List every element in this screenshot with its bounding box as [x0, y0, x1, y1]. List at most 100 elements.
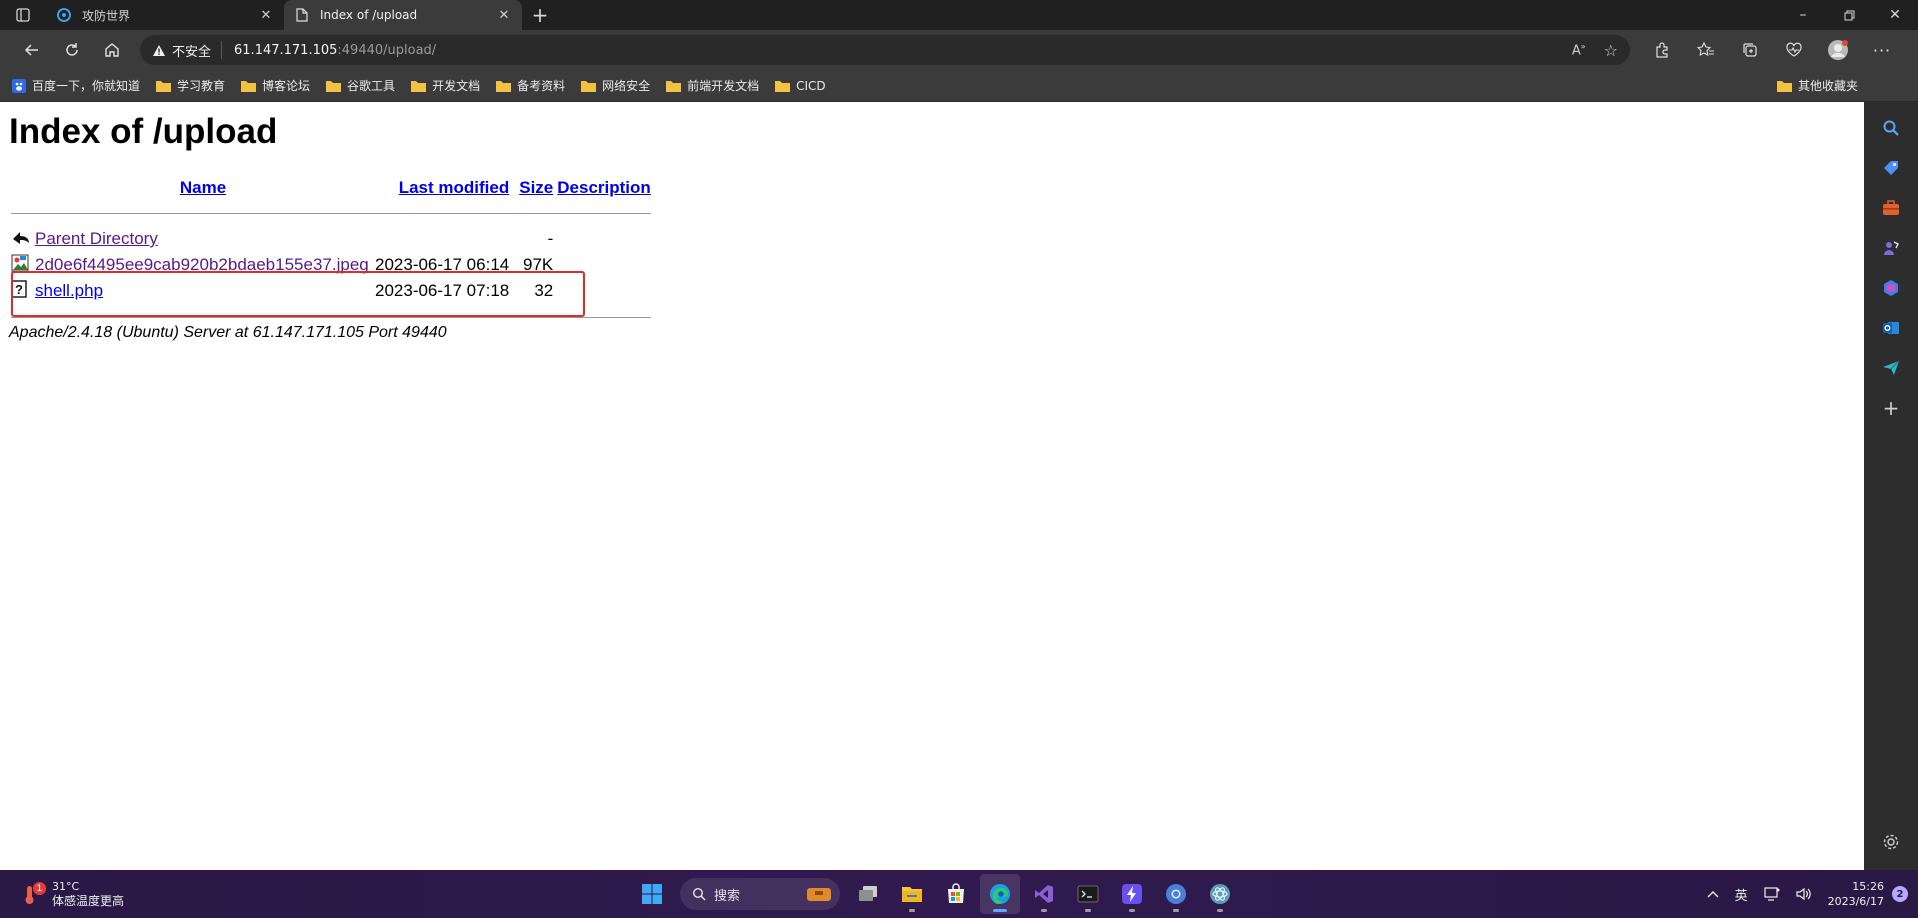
- file-explorer-app[interactable]: [892, 874, 932, 914]
- react-devtools-app[interactable]: [1200, 874, 1240, 914]
- restore-button[interactable]: [1826, 0, 1872, 30]
- running-indicator: [1173, 909, 1179, 912]
- microsoft-365-icon[interactable]: [1873, 270, 1909, 306]
- microsoft-store-app[interactable]: [936, 874, 976, 914]
- running-indicator: [1217, 909, 1223, 912]
- folder-icon: [411, 80, 427, 92]
- sort-by-description-link[interactable]: Description: [557, 178, 651, 197]
- weather-description: 体感温度更高: [52, 894, 125, 908]
- lightning-app[interactable]: [1112, 874, 1152, 914]
- bookmark-label: 谷歌工具: [347, 79, 396, 93]
- task-view-button[interactable]: [848, 874, 888, 914]
- favorites-icon[interactable]: [1684, 34, 1728, 66]
- close-window-button[interactable]: ✕: [1872, 0, 1918, 30]
- add-sidebar-app-icon[interactable]: +: [1873, 390, 1909, 426]
- search-icon[interactable]: [1873, 110, 1909, 146]
- games-icon[interactable]: [1873, 230, 1909, 266]
- chrome-app[interactable]: [1156, 874, 1196, 914]
- system-clock[interactable]: 15:26 2023/6/17: [1828, 879, 1884, 909]
- sort-by-modified-link[interactable]: Last modified: [399, 178, 510, 197]
- bookmark-folder[interactable]: 备考资料: [496, 77, 565, 94]
- back-arrow-icon: [24, 44, 38, 56]
- bookmark-folder[interactable]: 开发文档: [411, 77, 480, 94]
- bookmark-folder[interactable]: 网络安全: [581, 77, 650, 94]
- start-button[interactable]: [632, 874, 672, 914]
- extensions-icon[interactable]: [1640, 34, 1684, 66]
- other-bookmarks-folder[interactable]: 其他收藏夹: [1776, 77, 1858, 94]
- atom-icon: [1210, 884, 1230, 904]
- header-size: Size: [511, 176, 555, 200]
- sort-by-size-link[interactable]: Size: [519, 178, 553, 197]
- folder-icon: [241, 80, 257, 92]
- bookmark-label: 其他收藏夹: [1797, 79, 1858, 93]
- show-hidden-icons-chevron-icon[interactable]: [1707, 890, 1719, 898]
- security-indicator[interactable]: 不安全: [152, 41, 223, 60]
- terminal-icon: [1077, 885, 1099, 903]
- input-method-indicator[interactable]: 英: [1735, 885, 1748, 904]
- url-path: :49440/upload/: [337, 42, 437, 58]
- tab-title: 攻防世界: [82, 8, 131, 23]
- folder-icon: [666, 80, 682, 92]
- volume-icon[interactable]: [1795, 887, 1812, 901]
- bookmark-label: 百度一下，你就知道: [32, 79, 141, 93]
- more-options-icon[interactable]: ···: [1860, 34, 1904, 66]
- running-indicator: [1085, 909, 1091, 912]
- back-icon: [13, 231, 29, 244]
- running-indicator: [909, 909, 915, 912]
- read-aloud-icon[interactable]: A»: [1572, 42, 1586, 58]
- bookmark-label: 博客论坛: [262, 79, 311, 93]
- tab-actions-button[interactable]: [0, 0, 46, 30]
- new-tab-button[interactable]: +: [522, 0, 558, 30]
- annotation-highlight-box: [11, 271, 585, 317]
- baidu-icon: [12, 78, 26, 93]
- display-network-icon[interactable]: [1763, 887, 1780, 901]
- task-view-icon: [859, 886, 877, 901]
- address-bar[interactable]: 不安全 61.147.171.105:49440/upload/ A» ☆: [140, 35, 1630, 65]
- thermometer-icon: 1: [22, 882, 46, 906]
- url-host: 61.147.171.105: [234, 42, 338, 58]
- favorite-star-icon[interactable]: ☆: [1604, 41, 1618, 60]
- drop-send-icon[interactable]: [1873, 350, 1909, 386]
- collections-icon[interactable]: [1728, 34, 1772, 66]
- search-highlight-icon: [806, 885, 832, 903]
- tab-strip: 攻防世界 ✕ Index of /upload ✕ + – ✕: [0, 0, 1918, 30]
- taskbar-search[interactable]: 搜索: [680, 878, 840, 910]
- profile-avatar[interactable]: [1816, 34, 1860, 66]
- tab-upload-index[interactable]: Index of /upload ✕: [284, 0, 522, 30]
- notification-badge[interactable]: 2: [1892, 886, 1908, 902]
- bookmark-folder[interactable]: 博客论坛: [241, 77, 310, 94]
- bookmark-label: 备考资料: [517, 79, 566, 93]
- minimize-button[interactable]: –: [1780, 0, 1826, 30]
- bookmark-folder[interactable]: CICD: [775, 79, 826, 93]
- bookmark-baidu[interactable]: 百度一下，你就知道: [12, 77, 140, 94]
- shopping-tag-icon[interactable]: [1873, 150, 1909, 186]
- close-icon[interactable]: ✕: [496, 7, 512, 23]
- sort-by-name-link[interactable]: Name: [180, 178, 226, 197]
- terminal-app[interactable]: [1068, 874, 1108, 914]
- sidebar-settings-icon[interactable]: [1873, 824, 1909, 860]
- refresh-button[interactable]: [52, 34, 92, 66]
- folder-icon: [775, 80, 791, 92]
- weather-widget[interactable]: 1 31°C 体感温度更高: [22, 880, 124, 908]
- page-icon: [294, 7, 310, 23]
- visual-studio-app[interactable]: [1024, 874, 1064, 914]
- restore-icon: [1844, 10, 1854, 20]
- tab-xctf[interactable]: 攻防世界 ✕: [46, 0, 284, 30]
- browser-essentials-icon[interactable]: [1772, 34, 1816, 66]
- bookmark-label: CICD: [796, 78, 826, 93]
- bookmark-folder[interactable]: 前端开发文档: [666, 77, 759, 94]
- header-modified: Last modified: [373, 176, 511, 200]
- tools-briefcase-icon[interactable]: [1873, 190, 1909, 226]
- tab-actions-icon: [16, 8, 30, 22]
- parent-directory-link[interactable]: Parent Directory: [35, 229, 158, 248]
- bookmark-folder[interactable]: 学习教育: [156, 77, 225, 94]
- system-tray: 英 15:26 2023/6/17 2: [1699, 870, 1908, 918]
- bookmark-label: 开发文档: [432, 79, 481, 93]
- home-button[interactable]: [92, 34, 132, 66]
- bookmark-folder[interactable]: 谷歌工具: [326, 77, 395, 94]
- outlook-icon[interactable]: [1873, 310, 1909, 346]
- edge-browser-app[interactable]: [980, 874, 1020, 914]
- header-icon-cell: [9, 176, 33, 200]
- close-icon[interactable]: ✕: [258, 7, 274, 23]
- back-button[interactable]: [12, 34, 52, 66]
